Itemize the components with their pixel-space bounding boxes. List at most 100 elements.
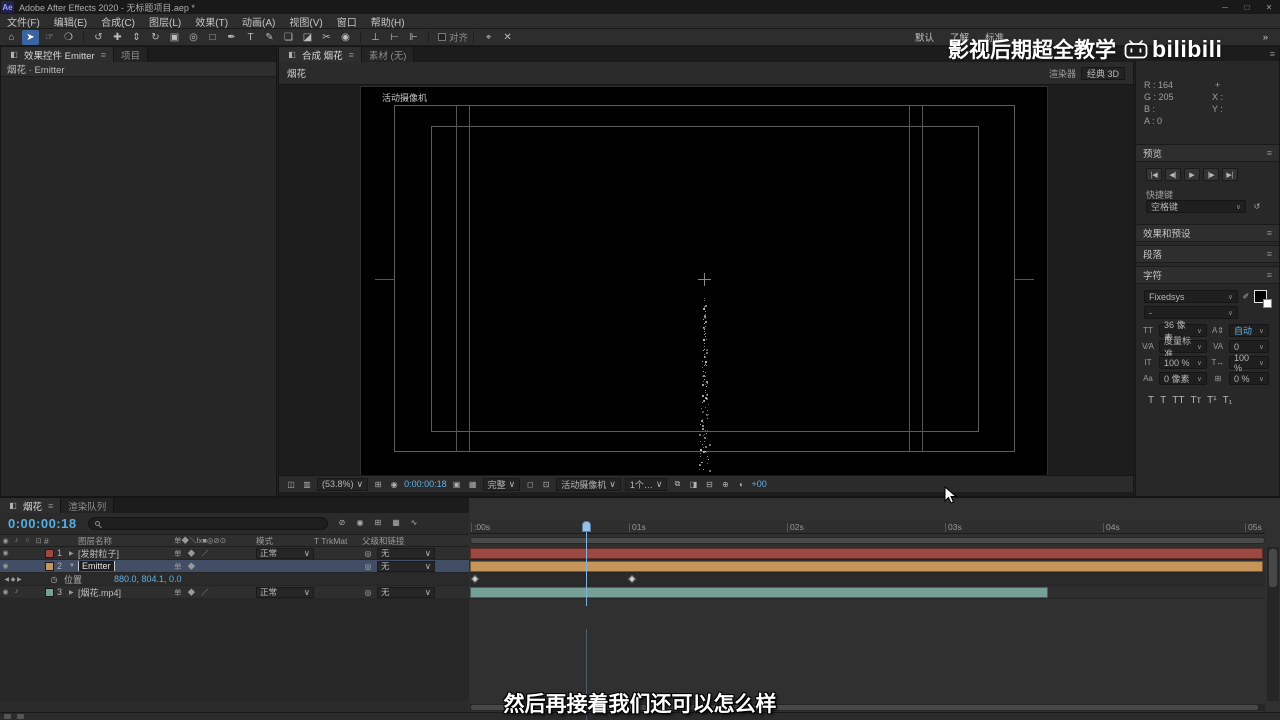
eye-icon[interactable]: ◉ xyxy=(0,562,11,570)
panel-menu-icon[interactable]: ≡ xyxy=(1267,249,1272,259)
layer-row-2[interactable]: ◉ 2 ▼ Emitter 单 ◆ ◎ 无 ∨ xyxy=(0,560,469,573)
mask-clear-icon[interactable]: ✕ xyxy=(499,30,516,45)
parent-column-header[interactable]: 父级和链接 xyxy=(362,535,405,547)
timeline-search-input[interactable] xyxy=(88,517,328,530)
home-icon[interactable]: ⌂ xyxy=(3,30,20,45)
layer-name[interactable]: [发射粒子] xyxy=(78,547,174,560)
renderer-control[interactable]: 渲染器 经典 3D xyxy=(1049,66,1125,80)
puppet-pin-tool-icon[interactable]: ◉ xyxy=(337,30,354,45)
workspace-default-button[interactable]: 默认 xyxy=(907,30,942,44)
next-frame-button[interactable]: |▶ xyxy=(1203,168,1219,181)
panel-menu-icon[interactable]: ≡ xyxy=(1267,148,1272,158)
eyedropper-icon[interactable]: ✐ xyxy=(1240,290,1252,302)
font-family-select[interactable]: Fixedsys ∨ xyxy=(1144,290,1238,303)
panel-menu-icon[interactable]: ≡ xyxy=(1270,49,1275,59)
tab-timeline-comp[interactable]: ◧ 烟花 ≡ xyxy=(0,498,62,513)
vertical-scale-select[interactable]: 100 % ∨ xyxy=(1159,356,1207,369)
menu-view[interactable]: 视图(V) xyxy=(282,14,329,29)
pickwhip-icon[interactable]: ◎ xyxy=(362,560,374,572)
paragraph-section-header[interactable]: 段落 ≡ xyxy=(1136,245,1279,263)
faux-style-button[interactable]: T xyxy=(1160,395,1166,406)
stopwatch-icon[interactable]: ◷ xyxy=(48,573,60,585)
cti-head[interactable] xyxy=(582,521,592,532)
minimize-button[interactable]: ─ xyxy=(1214,0,1236,14)
region-of-interest-icon[interactable]: ◻ xyxy=(524,478,536,490)
tab-effect-controls[interactable]: ◧ 效果控件 Emitter ≡ xyxy=(1,47,114,62)
twirl-icon[interactable]: ▶ xyxy=(69,589,78,596)
rotation-tool-icon[interactable]: ↻ xyxy=(147,30,164,45)
last-frame-button[interactable]: ▶| xyxy=(1222,168,1238,181)
menu-composition[interactable]: 合成(C) xyxy=(94,14,142,29)
layer-duration-bar[interactable] xyxy=(470,548,1264,559)
leading-select[interactable]: 自动 ∨ xyxy=(1229,324,1269,337)
exposure-value[interactable]: +00 xyxy=(751,479,766,489)
view-camera-select[interactable]: 活动摄像机 ∨ xyxy=(556,477,621,491)
trkmat-column-header[interactable]: T TrkMat xyxy=(314,536,362,546)
menu-window[interactable]: 窗口 xyxy=(330,14,364,29)
axis-local-icon[interactable]: ⊥ xyxy=(367,30,384,45)
brainstorm-icon[interactable]: ▦ xyxy=(390,516,402,528)
shy-icon[interactable]: ⊘ xyxy=(336,516,348,528)
workspace-overflow-button[interactable]: » xyxy=(1255,32,1276,43)
tab-render-queue[interactable]: 渲染队列 xyxy=(61,498,115,513)
tracking-select[interactable]: 0 ∨ xyxy=(1229,340,1269,353)
panel-menu-icon[interactable]: ≡ xyxy=(101,50,106,60)
label-color-chip[interactable] xyxy=(45,548,54,558)
tab-project[interactable]: 项目 xyxy=(114,47,149,62)
keyframe-icon[interactable] xyxy=(470,574,479,584)
first-frame-button[interactable]: |◀ xyxy=(1146,168,1162,181)
mode-select[interactable]: 正常 ∨ xyxy=(256,547,314,559)
twirl-icon[interactable]: ▶ xyxy=(69,550,78,557)
renderer-value[interactable]: 经典 3D xyxy=(1080,66,1125,80)
keyframe-navigator[interactable]: ◀ ◆ ▶ xyxy=(0,576,26,583)
menu-animation[interactable]: 动画(A) xyxy=(235,14,282,29)
layer-name-column-header[interactable]: 图层名称 xyxy=(78,535,174,547)
always-preview-icon[interactable]: ◫ xyxy=(285,478,297,490)
proportional-spacing-select[interactable]: 0 % ∨ xyxy=(1229,372,1269,385)
character-section-header[interactable]: 字符 ≡ xyxy=(1136,266,1279,284)
mask-visibility-icon[interactable]: ◉ xyxy=(388,478,400,490)
hand-tool-icon[interactable]: ☞ xyxy=(41,30,58,45)
faux-style-button[interactable]: T₁ xyxy=(1223,395,1232,406)
comp-breadcrumb[interactable]: 烟花 xyxy=(287,66,306,80)
shape-tool-icon[interactable]: □ xyxy=(204,30,221,45)
tab-composition[interactable]: ◧ 合成 烟花 ≡ xyxy=(279,47,362,62)
grid-options-icon[interactable]: ⊞ xyxy=(372,478,384,490)
panel-menu-icon[interactable]: ≡ xyxy=(48,501,53,511)
twirl-icon[interactable]: ▼ xyxy=(69,563,78,569)
faux-style-button[interactable]: T xyxy=(1148,395,1154,406)
transparency-grid-icon[interactable]: ⊡ xyxy=(540,478,552,490)
zoom-select[interactable]: (53.8%) ∨ xyxy=(317,477,369,491)
mode-column-header[interactable]: 模式 xyxy=(256,535,314,547)
pan-camera-tool-icon[interactable]: ✚ xyxy=(109,30,126,45)
layer-name[interactable]: [烟花.mp4] xyxy=(78,586,174,599)
track-row-position[interactable] xyxy=(470,573,1265,586)
horizontal-scale-select[interactable]: 100 % ∨ xyxy=(1229,353,1269,373)
composition-viewer[interactable]: 活动摄像机 xyxy=(360,86,1048,476)
camera-tool-icon[interactable]: ▣ xyxy=(166,30,183,45)
parent-select[interactable]: 无 ∨ xyxy=(377,547,435,559)
magnification-grid-icon[interactable]: ▥ xyxy=(301,478,313,490)
position-value[interactable]: 880.0, 804.1, 0.0 xyxy=(114,574,182,584)
current-time-display[interactable]: 0:00:00:18 xyxy=(8,516,77,531)
stroke-color-swatch[interactable] xyxy=(1263,299,1272,308)
graph-editor-icon[interactable]: ∿ xyxy=(408,516,420,528)
selection-tool-icon[interactable]: ➤ xyxy=(22,29,39,45)
audio-icon[interactable]: ♪ xyxy=(11,588,22,596)
pickwhip-icon[interactable]: ◎ xyxy=(362,547,374,559)
brush-tool-icon[interactable]: ✎ xyxy=(261,30,278,45)
track-row-1[interactable] xyxy=(470,547,1265,560)
track-row-3[interactable] xyxy=(470,586,1265,599)
panel-menu-icon[interactable]: ≡ xyxy=(349,50,354,60)
fast-previews-icon[interactable]: ◨ xyxy=(687,478,699,490)
motion-blur-icon[interactable]: ⊞ xyxy=(372,516,384,528)
layer-name-edit-field[interactable]: Emitter xyxy=(78,561,115,571)
zoom-tool-icon[interactable]: ❍ xyxy=(60,30,77,45)
maximize-button[interactable]: □ xyxy=(1236,0,1258,14)
show-snapshot-icon[interactable]: ▦ xyxy=(467,478,479,490)
menu-effect[interactable]: 效果(T) xyxy=(188,14,235,29)
menu-edit[interactable]: 编辑(E) xyxy=(47,14,94,29)
mask-target-icon[interactable]: ⌖ xyxy=(480,30,497,45)
snap-checkbox[interactable] xyxy=(438,33,446,41)
timeline-vertical-scrollbar[interactable] xyxy=(1267,547,1279,701)
